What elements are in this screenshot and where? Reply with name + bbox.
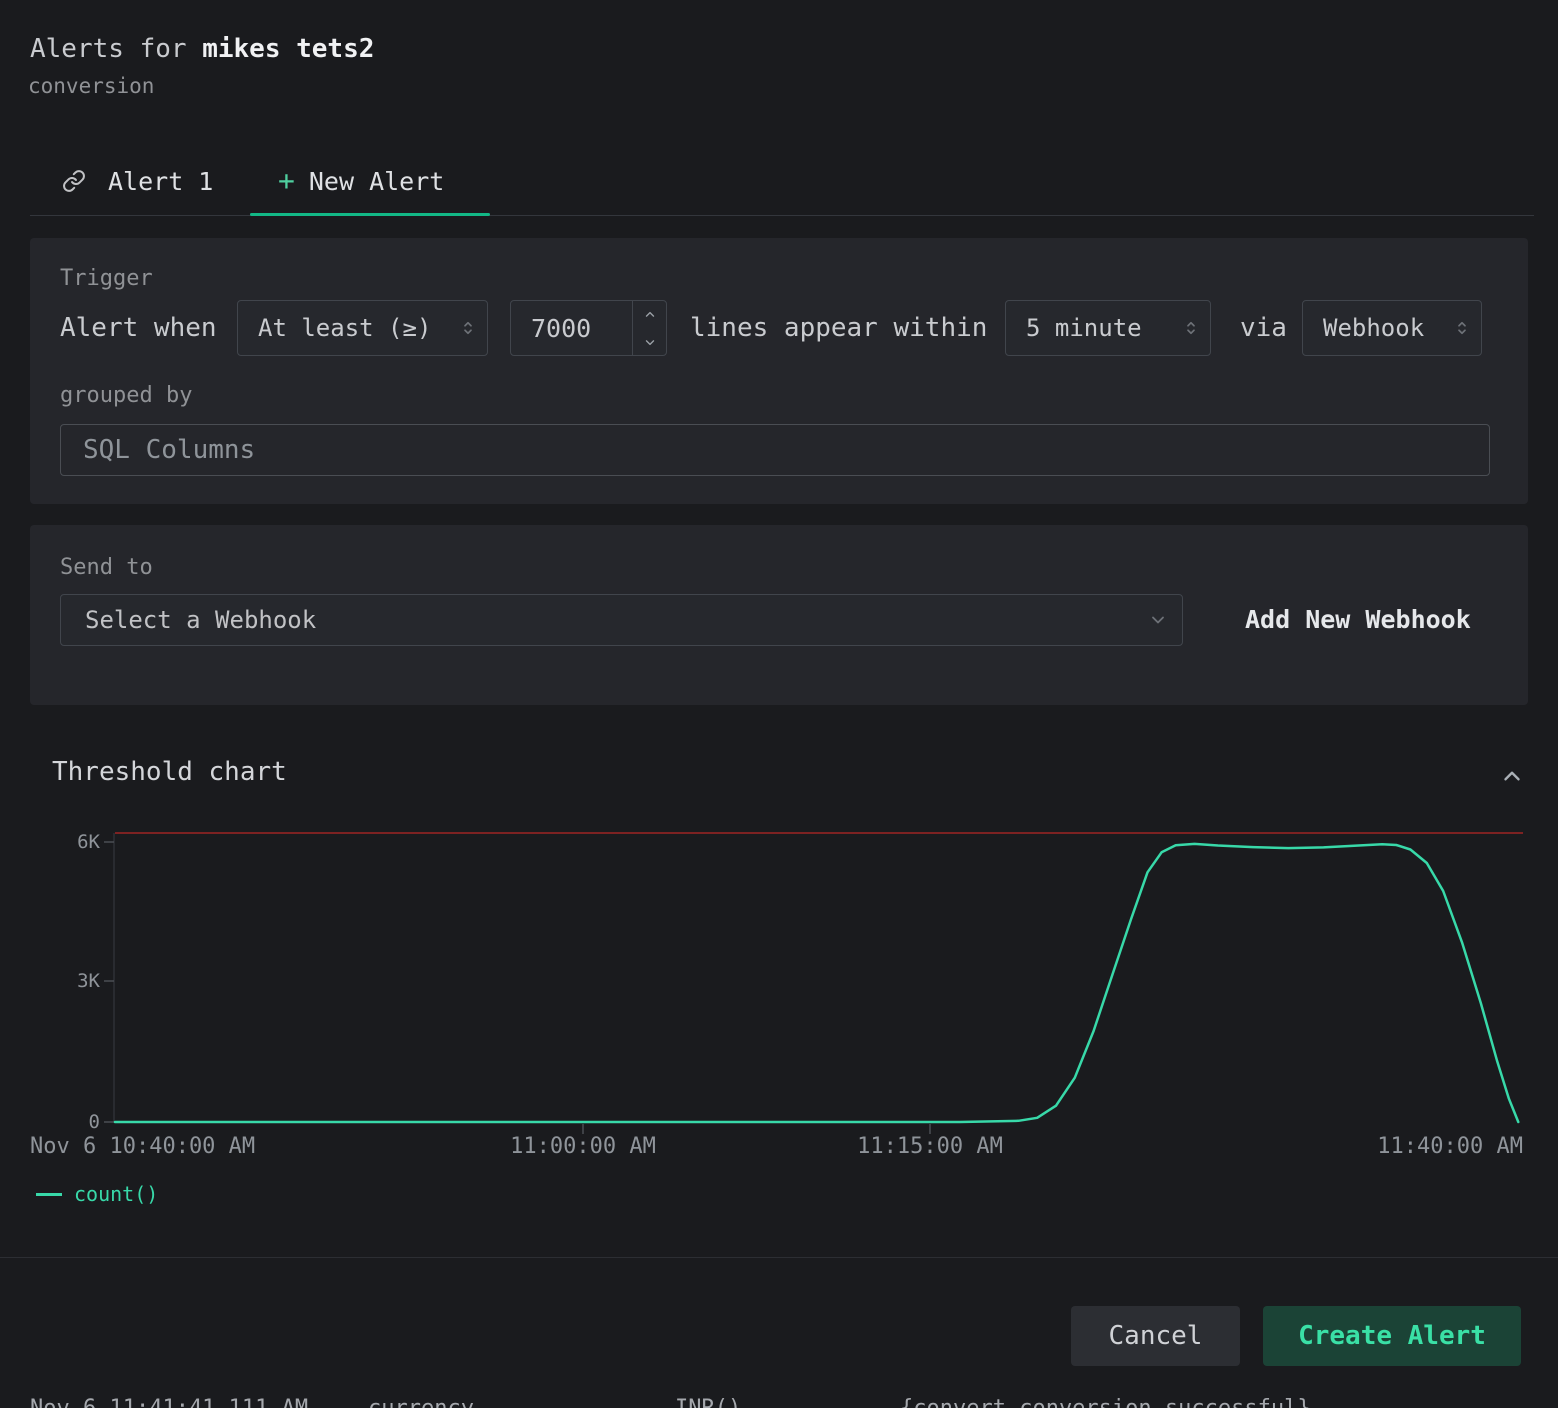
page-subtitle: conversion bbox=[28, 74, 154, 98]
webhook-select-value: Select a Webhook bbox=[85, 606, 316, 634]
tab-alert-1-label: Alert 1 bbox=[108, 167, 213, 196]
x-axis-label-start: Nov 6 10:40:00 AM bbox=[30, 1134, 255, 1159]
y-axis-label-0: 0 bbox=[40, 1109, 100, 1135]
footer-divider bbox=[0, 1257, 1558, 1258]
count-series-line bbox=[115, 844, 1518, 1122]
group-by-input[interactable] bbox=[60, 424, 1490, 476]
background-row-service: currency bbox=[368, 1396, 474, 1408]
link-icon bbox=[62, 169, 86, 193]
add-new-webhook-button[interactable]: Add New Webhook bbox=[1245, 594, 1471, 646]
trigger-label: Trigger bbox=[60, 266, 153, 291]
comparator-select[interactable]: At least (≥) bbox=[237, 300, 488, 356]
lines-appear-label: lines appear within bbox=[690, 300, 987, 356]
chevron-selector-icon bbox=[1182, 319, 1200, 337]
legend-count-label: count() bbox=[74, 1182, 158, 1206]
channel-value: Webhook bbox=[1323, 314, 1424, 342]
channel-select[interactable]: Webhook bbox=[1302, 300, 1482, 356]
threshold-chart-title: Threshold chart bbox=[52, 757, 287, 787]
send-to-label: Send to bbox=[60, 555, 153, 580]
tab-new-alert-label: New Alert bbox=[309, 167, 444, 196]
webhook-select[interactable]: Select a Webhook bbox=[60, 594, 1183, 646]
page-title-prefix: Alerts for bbox=[30, 34, 187, 64]
tab-new-alert[interactable]: + New Alert bbox=[278, 150, 444, 212]
collapse-chart-button[interactable] bbox=[1492, 756, 1532, 796]
x-axis-label-end: 11:40:00 AM bbox=[1377, 1134, 1523, 1159]
chevron-down-icon bbox=[1148, 610, 1168, 630]
y-axis-label-6k: 6K bbox=[40, 829, 100, 855]
via-label: via bbox=[1240, 300, 1287, 356]
tab-alert-1[interactable]: Alert 1 bbox=[62, 150, 213, 212]
page-title-name: mikes tets2 bbox=[202, 34, 374, 64]
interval-select[interactable]: 5 minute bbox=[1005, 300, 1211, 356]
trigger-section: Trigger Alert when At least (≥) lines ap… bbox=[30, 238, 1528, 504]
alert-when-label: Alert when bbox=[60, 300, 217, 356]
threshold-input-wrap bbox=[510, 300, 667, 356]
background-row-value: INR() bbox=[675, 1396, 741, 1408]
y-axis-label-3k: 3K bbox=[40, 968, 100, 994]
background-table-row: Nov 6 11:41:41.111 AM currency INR() {co… bbox=[0, 1394, 1558, 1408]
threshold-input[interactable] bbox=[511, 301, 630, 355]
legend-swatch bbox=[36, 1193, 62, 1196]
plus-icon: + bbox=[278, 167, 295, 195]
background-row-timestamp: Nov 6 11:41:41.111 AM bbox=[30, 1396, 308, 1408]
chevron-selector-icon bbox=[1453, 319, 1471, 337]
threshold-stepper bbox=[632, 301, 666, 355]
stepper-down-button[interactable] bbox=[633, 328, 666, 355]
create-alert-button[interactable]: Create Alert bbox=[1263, 1306, 1521, 1366]
cancel-button[interactable]: Cancel bbox=[1071, 1306, 1240, 1366]
stepper-up-button[interactable] bbox=[633, 301, 666, 328]
axis-ticks bbox=[104, 833, 930, 1134]
x-axis-label-1115: 11:15:00 AM bbox=[857, 1134, 1003, 1159]
comparator-value: At least (≥) bbox=[258, 314, 431, 342]
x-axis-label-1100: 11:00:00 AM bbox=[510, 1134, 656, 1159]
active-tab-indicator bbox=[250, 213, 490, 216]
background-row-body: {convert conversion successful} bbox=[900, 1396, 1311, 1408]
chevron-up-icon bbox=[1499, 763, 1525, 789]
send-to-section: Send to Select a Webhook Add New Webhook bbox=[30, 525, 1528, 705]
chevron-selector-icon bbox=[459, 319, 477, 337]
grouped-by-label: grouped by bbox=[60, 383, 192, 408]
chart-legend[interactable]: count() bbox=[36, 1182, 158, 1206]
interval-value: 5 minute bbox=[1026, 314, 1142, 342]
page-title: Alerts for mikes tets2 bbox=[30, 34, 374, 64]
